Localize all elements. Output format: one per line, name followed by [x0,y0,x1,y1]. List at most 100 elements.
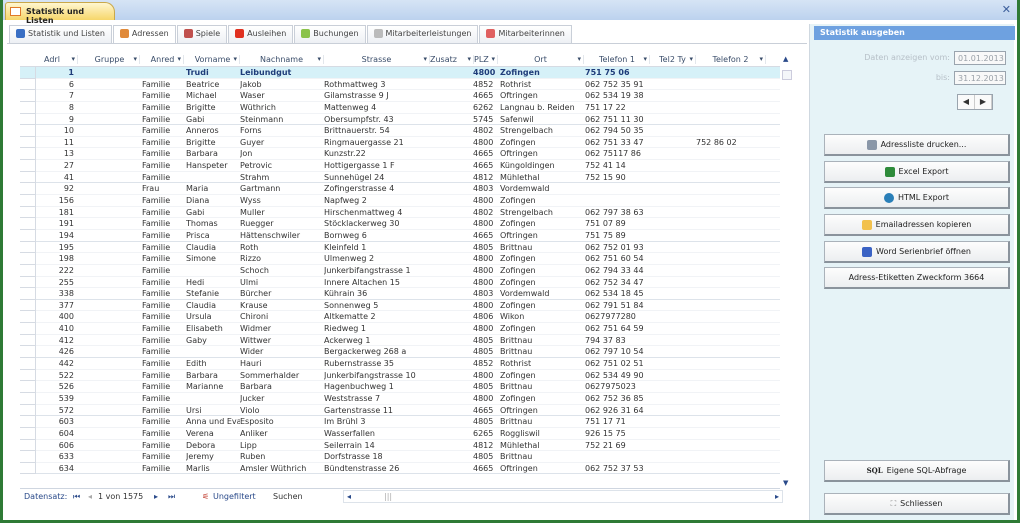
cell-anred[interactable]: Familie [142,416,182,427]
cell-vorname[interactable]: Trudi [186,67,240,78]
cell-anred[interactable]: Familie [142,463,182,474]
table-row[interactable]: 426 Familie Wider Bergackerweg 268 a 4805 Bri… [20,346,780,359]
date-to-input[interactable]: 31.12.2013 [954,71,1006,85]
table-row[interactable]: 198 Familie Simone Rizzo Ulmenweg 2 4800 Zofin… [20,253,780,265]
cell-plz[interactable]: 4812 [473,440,497,451]
cell-strasse[interactable]: Napfweg 2 [324,195,428,206]
cell-anred[interactable]: Familie [142,114,182,125]
row-selector[interactable] [20,78,36,91]
cell-telefon-1[interactable]: 926 15 75 [585,428,650,439]
cell-vorname[interactable]: Ursula [186,311,240,322]
cell-vorname[interactable]: Brigitte [186,137,240,148]
cell-adrl[interactable]: 255 [38,277,78,288]
cell-adrl[interactable]: 195 [38,242,78,253]
column-header-plz[interactable]: PLZ ▾ [474,55,498,64]
table-row[interactable]: 27 Familie Hanspeter Petrovic Hottigergasse … [20,160,780,172]
cell-ort[interactable]: Rothrist [500,358,586,369]
cell-adrl[interactable]: 412 [38,335,78,346]
cell-telefon-1[interactable]: 062 751 64 59 [585,323,650,334]
cell-anred[interactable]: Familie [142,335,182,346]
cell-ort[interactable]: Brittnau [500,335,586,346]
cell-ort[interactable]: Zofingen [500,265,586,276]
cell-adrl[interactable]: 92 [38,183,78,194]
cell-vorname[interactable]: Beatrice [186,79,240,90]
cell-adrl[interactable]: 27 [38,160,78,171]
cell-telefon-1[interactable]: 062 752 35 91 [585,79,650,90]
row-selector[interactable] [20,299,36,312]
table-row[interactable]: 410 Familie Elisabeth Widmer Riedweg 1 4800 Zo… [20,323,780,335]
cell-nachname[interactable]: Barbara [240,381,322,392]
cell-plz[interactable]: 4665 [473,463,497,474]
table-row[interactable]: 6 Familie Beatrice Jakob Rothmattweg 3 4852 Ro… [20,78,780,91]
cell-adrl[interactable]: 222 [38,265,78,276]
cell-anred[interactable]: Familie [142,405,182,416]
row-selector[interactable] [20,264,36,277]
cell-ort[interactable]: Oftringen [500,405,586,416]
cell-strasse[interactable]: Im Brühl 3 [324,416,428,427]
row-selector[interactable] [20,101,36,114]
cell-plz[interactable]: 6265 [473,428,497,439]
cell-adrl[interactable]: 10 [38,125,78,136]
cell-telefon-1[interactable]: 062 794 33 44 [585,265,650,276]
cell-telefon-1[interactable]: 062 752 01 93 [585,242,650,253]
cell-telefon-1[interactable]: 062 794 50 35 [585,125,650,136]
cell-adrl[interactable]: 426 [38,346,78,357]
cell-strasse[interactable]: Brittnauerstr. 54 [324,125,428,136]
cell-vorname[interactable]: Marlis [186,463,240,474]
date-from-input[interactable]: 01.01.2013 [954,51,1006,65]
cell-anred[interactable]: Familie [142,137,182,148]
cell-adrl[interactable]: 1 [38,67,78,78]
column-header-nachname[interactable]: Nachname ▾ [240,55,324,64]
cell-strasse[interactable]: Seilerrain 14 [324,440,428,451]
cell-ort[interactable]: Strengelbach [500,207,586,218]
cell-ort[interactable]: Rothrist [500,79,586,90]
cell-adrl[interactable]: 11 [38,137,78,148]
excel-export-button[interactable]: Excel Export [824,161,1010,183]
cell-adrl[interactable]: 191 [38,218,78,229]
cell-anred[interactable]: Familie [142,218,182,229]
scroll-thumb[interactable] [782,70,792,80]
table-row[interactable]: 606 Familie Debora Lipp Seilerrain 14 4812 Müh… [20,439,780,452]
dropdown-arrow-icon[interactable]: ▾ [467,55,471,63]
search-input[interactable]: Suchen [273,492,343,501]
cell-adrl[interactable]: 7 [38,90,78,101]
cell-nachname[interactable]: Bürcher [240,288,322,299]
cell-ort[interactable]: Zofingen [500,137,586,148]
cell-strasse[interactable]: Hagenbuchweg 1 [324,381,428,392]
cell-strasse[interactable]: Kleinfeld 1 [324,242,428,253]
cell-vorname[interactable]: Stefanie [186,288,240,299]
cell-nachname[interactable]: Steinmann [240,114,322,125]
adress-etiketten-zweckform-3664-button[interactable]: Adress-Etiketten Zweckform 3664 [824,267,1010,289]
next-record-button[interactable]: ▸ [154,492,158,501]
cell-plz[interactable]: 4852 [473,358,497,369]
cell-strasse[interactable]: Ackerweg 1 [324,335,428,346]
cell-plz[interactable]: 4665 [473,405,497,416]
cell-ort[interactable]: Brittnau [500,451,586,462]
document-tab[interactable]: Statistik und Listen [5,2,115,25]
table-row[interactable]: 191 Familie Thomas Ruegger Stöcklackerweg 30… [20,218,780,230]
table-row[interactable]: 181 Familie Gabi Muller Hirschenmattweg 4 480… [20,206,780,219]
cell-plz[interactable]: 4805 [473,451,497,462]
cell-ort[interactable]: Brittnau [500,346,586,357]
cell-telefon-1[interactable]: 062 751 60 54 [585,253,650,264]
table-row[interactable]: 377 Familie Claudia Krause Sonnenweg 5 4800 Zo… [20,299,780,312]
cell-nachname[interactable]: Sommerhalder [240,370,322,381]
cell-telefon-1[interactable]: 062 75117 86 [585,148,650,159]
cell-nachname[interactable]: Schoch [240,265,322,276]
column-header-tel2-ty[interactable]: Tel2 Ty ▾ [650,55,696,64]
cell-vorname[interactable]: Barbara [186,148,240,159]
cell-adrl[interactable]: 634 [38,463,78,474]
cell-nachname[interactable]: Violo [240,405,322,416]
row-selector[interactable] [20,160,36,172]
cell-strasse[interactable]: Rubernstrasse 35 [324,358,428,369]
cell-nachname[interactable]: Ulmi [240,277,322,288]
cell-strasse[interactable]: Gilamstrasse 9 J [324,90,428,101]
cell-anred[interactable]: Familie [142,451,182,462]
cell-vorname[interactable]: Debora [186,440,240,451]
cell-adrl[interactable]: 8 [38,102,78,113]
cell-nachname[interactable]: Krause [240,300,322,311]
cell-plz[interactable]: 4800 [473,218,497,229]
table-row[interactable]: 634 Familie Marlis Amsler Wüthrich Bündtenst… [20,462,780,475]
dropdown-arrow-icon[interactable]: ▾ [177,55,181,63]
row-selector[interactable] [20,171,36,184]
